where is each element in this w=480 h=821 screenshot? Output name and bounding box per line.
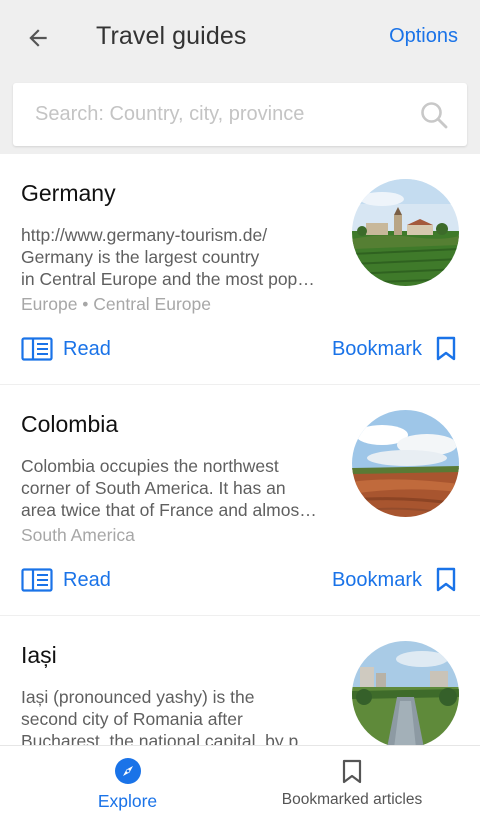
top-app-bar: Travel guides Options: [0, 0, 480, 80]
guide-thumbnail[interactable]: [352, 179, 459, 286]
description-line: Germany is the largest country: [21, 247, 260, 267]
guide-thumbnail[interactable]: [352, 410, 459, 517]
bookmark-label: Bookmark: [331, 337, 422, 360]
nav-explore-label: Explore: [97, 790, 158, 811]
guide-title: Iași: [21, 642, 57, 668]
bottom-navigation: Explore Bookmarked articles: [0, 745, 480, 821]
guide-description: http://www.germany-tourism.de/ Germany i…: [21, 224, 333, 290]
description-line: corner of South America. It has an: [21, 478, 286, 498]
description-line: in Central Europe and the most pop…: [21, 269, 315, 289]
guide-title: Germany: [21, 180, 116, 206]
bookmark-label: Bookmark: [331, 568, 422, 591]
read-label: Read: [63, 568, 111, 591]
guide-region: South America: [21, 525, 135, 545]
back-button[interactable]: [18, 18, 58, 58]
guide-thumbnail[interactable]: [352, 641, 459, 745]
search-bar: [13, 83, 467, 146]
page-title: Travel guides: [96, 22, 247, 50]
guide-description: Iași (pronounced yashy) is the second ci…: [21, 686, 333, 745]
search-input[interactable]: [13, 83, 413, 146]
nav-explore[interactable]: Explore: [60, 746, 195, 821]
arrow-left-icon: [29, 29, 47, 47]
description-line: Colombia occupies the northwest: [21, 456, 279, 476]
guide-region: Europe • Central Europe: [21, 294, 211, 314]
bookmark-icon: [342, 759, 362, 784]
options-button[interactable]: Options: [389, 25, 458, 48]
read-label: Read: [63, 337, 111, 360]
bookmark-button[interactable]: Bookmark: [332, 334, 456, 364]
nav-bookmarked-label: Bookmarked articles: [281, 791, 423, 808]
description-line: area twice that of France and almos…: [21, 500, 317, 520]
book-open-icon: [21, 337, 53, 361]
description-line: Iași (pronounced yashy) is the: [21, 687, 255, 707]
description-line: second city of Romania after: [21, 709, 243, 729]
book-open-icon: [21, 568, 53, 592]
guide-title: Colombia: [21, 411, 119, 437]
guide-list: Germany http://www.germany-tourism.de/ G…: [0, 154, 480, 745]
bookmark-icon: [436, 567, 456, 592]
search-icon[interactable]: [419, 100, 449, 130]
guide-card[interactable]: Iași Iași (pronounced yashy) is the seco…: [0, 616, 480, 745]
nav-bookmarked-articles[interactable]: Bookmarked articles: [262, 746, 442, 821]
guide-description: Colombia occupies the northwest corner o…: [21, 455, 333, 521]
compass-icon: [114, 757, 141, 784]
guide-card[interactable]: Colombia Colombia occupies the northwest…: [0, 385, 480, 615]
read-button[interactable]: Read: [21, 565, 111, 595]
app-screen: Travel guides Options Germany http://www…: [0, 0, 480, 821]
description-line: Bucharest, the national capital, by p…: [21, 731, 316, 745]
description-line: http://www.germany-tourism.de/: [21, 225, 268, 245]
bookmark-icon: [436, 336, 456, 361]
read-button[interactable]: Read: [21, 334, 111, 364]
bookmark-button[interactable]: Bookmark: [332, 565, 456, 595]
guide-card[interactable]: Germany http://www.germany-tourism.de/ G…: [0, 154, 480, 384]
